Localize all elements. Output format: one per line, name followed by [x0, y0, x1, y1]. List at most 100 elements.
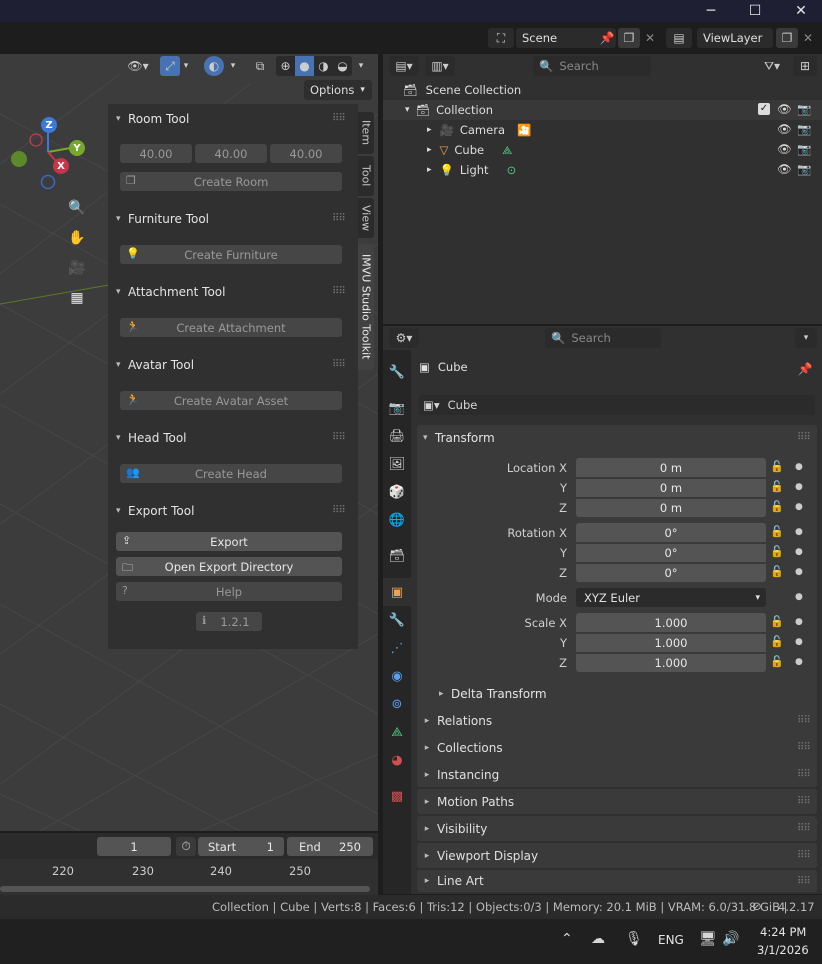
keyframe-dot-icon[interactable]: ● — [795, 617, 803, 627]
particles-tab-icon[interactable]: ⋰ — [383, 634, 411, 662]
object-tab-icon[interactable]: ▣ — [383, 578, 411, 606]
filter-icon[interactable]: ⛛▾ — [759, 56, 785, 76]
viewport-display-panel[interactable]: ▸ Viewport Display ⠿⠿ — [417, 843, 817, 868]
remove-view-layer-icon[interactable]: ✕ — [800, 28, 816, 48]
rendered-shading-icon[interactable]: ◒ — [333, 56, 352, 76]
tab-tool[interactable]: Tool — [358, 156, 374, 196]
rotation-y-field[interactable]: 0° — [576, 543, 766, 562]
scene-collection-row[interactable]: 🗃 Scene Collection — [383, 80, 822, 100]
drag-grip-icon[interactable]: ⠿⠿ — [797, 876, 811, 887]
scale-x-field[interactable]: 1.000 — [576, 613, 766, 632]
drag-grip-icon[interactable]: ⠿⠿ — [332, 213, 346, 224]
view-layer-selector-icon[interactable]: ▤ — [666, 28, 692, 48]
drag-grip-icon[interactable]: ⠿⠿ — [797, 769, 811, 780]
timeline-scrollbar[interactable] — [0, 886, 370, 892]
drag-grip-icon[interactable]: ⠿⠿ — [797, 823, 811, 834]
minimize-button[interactable]: ─ — [688, 0, 734, 22]
furniture-tool-header[interactable]: ▾ Furniture Tool — [116, 212, 209, 226]
modifier-tab-icon[interactable]: 🔧 — [383, 606, 411, 634]
open-export-directory-button[interactable]: 🗀 Open Export Directory — [116, 557, 342, 576]
line-art-panel[interactable]: ▸ Line Art ⠿⠿ — [417, 870, 817, 892]
end-frame-field[interactable]: End 250 — [287, 837, 373, 856]
clock-date[interactable]: 3/1/2026 — [757, 943, 809, 957]
microphone-icon[interactable]: 🎙 — [625, 931, 643, 947]
lock-icon[interactable]: 🔓 — [770, 525, 784, 538]
properties-search-input[interactable]: 🔍 Search — [545, 328, 661, 348]
render-tab-icon[interactable]: 📷 — [383, 394, 411, 422]
gizmo-toggle-icon[interactable]: ⤢ — [160, 56, 180, 76]
lock-icon[interactable]: 🔓 — [770, 480, 784, 493]
texture-tab-icon[interactable]: ▩ — [383, 782, 411, 810]
y-axis-handle[interactable]: Y — [69, 140, 85, 156]
ortho-grid-icon[interactable]: ▦ — [64, 285, 90, 311]
tab-view[interactable]: View — [358, 198, 374, 238]
volume-icon[interactable]: 🔊 — [722, 931, 739, 947]
eye-icon[interactable]: 👁 — [777, 102, 792, 116]
close-button[interactable]: ✕ — [778, 0, 822, 22]
drag-grip-icon[interactable]: ⠿⠿ — [332, 113, 346, 124]
keyframe-dot-icon[interactable]: ● — [795, 482, 803, 492]
drag-grip-icon[interactable]: ⠿⠿ — [332, 505, 346, 516]
rotation-x-field[interactable]: 0° — [576, 523, 766, 542]
location-y-field[interactable]: 0 m — [576, 478, 766, 497]
lock-icon[interactable]: 🔓 — [770, 565, 784, 578]
z-axis-handle[interactable]: Z — [41, 117, 57, 133]
keyframe-dot-icon[interactable]: ● — [795, 462, 803, 472]
transform-header[interactable]: ▾ Transform — [423, 431, 495, 445]
avatar-tool-header[interactable]: ▾ Avatar Tool — [116, 358, 194, 372]
camera-render-icon[interactable]: 📷 — [797, 102, 811, 116]
create-attachment-button[interactable]: 🏃 Create Attachment — [120, 318, 342, 337]
material-tab-icon[interactable]: ◕ — [383, 746, 411, 774]
scene-tab-icon[interactable]: 🎲 — [383, 478, 411, 506]
lock-icon[interactable]: 🔓 — [770, 655, 784, 668]
view-layer-tab-icon[interactable]: 🖼 — [383, 450, 411, 478]
collection-row[interactable]: ▾ 🗃 Collection ✓ 👁 📷 — [383, 100, 822, 120]
location-z-field[interactable]: 0 m — [576, 498, 766, 517]
new-collection-icon[interactable]: ⊞ — [793, 56, 817, 76]
camera-render-icon[interactable]: 📷 — [797, 122, 811, 136]
lock-icon[interactable]: 🔓 — [770, 460, 784, 473]
visibility-selector-icon[interactable]: 👁▾ — [122, 56, 154, 76]
keyframe-dot-icon[interactable]: ● — [795, 592, 803, 602]
eye-icon[interactable]: 👁 — [777, 122, 792, 136]
eye-icon[interactable]: 👁 — [777, 142, 792, 156]
network-icon[interactable]: 🖥 — [699, 931, 717, 947]
zoom-icon[interactable]: 🔍 — [64, 195, 90, 221]
camera-view-icon[interactable]: 🎥 — [64, 255, 90, 281]
lock-icon[interactable]: 🔓 — [770, 545, 784, 558]
create-head-button[interactable]: 👥 Create Head — [120, 464, 342, 483]
attachment-tool-header[interactable]: ▾ Attachment Tool — [116, 285, 225, 299]
drag-grip-icon[interactable]: ⠿⠿ — [797, 850, 811, 861]
gizmo-dropdown-icon[interactable]: ▾ — [180, 56, 192, 76]
material-shading-icon[interactable]: ◑ — [314, 56, 333, 76]
tab-item[interactable]: Item — [358, 112, 374, 154]
collection-tab-icon[interactable]: 🗃 — [383, 542, 411, 570]
drag-grip-icon[interactable]: ⠿⠿ — [332, 432, 346, 443]
room-depth-field[interactable]: 40.00 — [195, 144, 267, 163]
pan-hand-icon[interactable]: ✋ — [64, 225, 90, 251]
outliner-item-light[interactable]: ▸ 💡 Light ⊙ 👁 📷 — [383, 160, 822, 180]
outliner-item-camera[interactable]: ▸ 🎥 Camera 🎦 👁 📷 — [383, 120, 822, 140]
room-height-field[interactable]: 40.00 — [270, 144, 342, 163]
motion-paths-panel[interactable]: ▸ Motion Paths ⠿⠿ — [417, 789, 817, 814]
export-button[interactable]: ⇪ Export — [116, 532, 342, 551]
constraints-tab-icon[interactable]: ⊚ — [383, 690, 411, 718]
pin-icon[interactable]: 📌 — [598, 28, 616, 48]
room-width-field[interactable]: 40.00 — [120, 144, 192, 163]
object-name-field[interactable]: ▣▾ Cube — [419, 395, 815, 415]
drag-grip-icon[interactable]: ⠿⠿ — [797, 796, 811, 807]
overlay-dropdown-icon[interactable]: ▾ — [226, 56, 240, 76]
display-mode-icon[interactable]: ▥▾ — [425, 56, 455, 76]
keyframe-dot-icon[interactable]: ● — [795, 502, 803, 512]
tab-imvu-studio-toolkit[interactable]: IMVU Studio Toolkit — [358, 244, 374, 370]
camera-render-icon[interactable]: 📷 — [797, 162, 811, 176]
object-selector-icon[interactable]: ▣▾ — [423, 398, 440, 412]
tool-tab-icon[interactable]: 🔧 — [383, 358, 411, 386]
location-x-field[interactable]: 0 m — [576, 458, 766, 477]
solid-shading-icon[interactable]: ● — [295, 56, 314, 76]
export-tool-header[interactable]: ▾ Export Tool — [116, 504, 194, 518]
delta-transform-header[interactable]: ▸ Delta Transform — [439, 687, 547, 701]
create-furniture-button[interactable]: 💡 Create Furniture — [120, 245, 342, 264]
drag-grip-icon[interactable]: ⠿⠿ — [332, 359, 346, 370]
new-view-layer-icon[interactable]: ❐ — [776, 28, 798, 48]
